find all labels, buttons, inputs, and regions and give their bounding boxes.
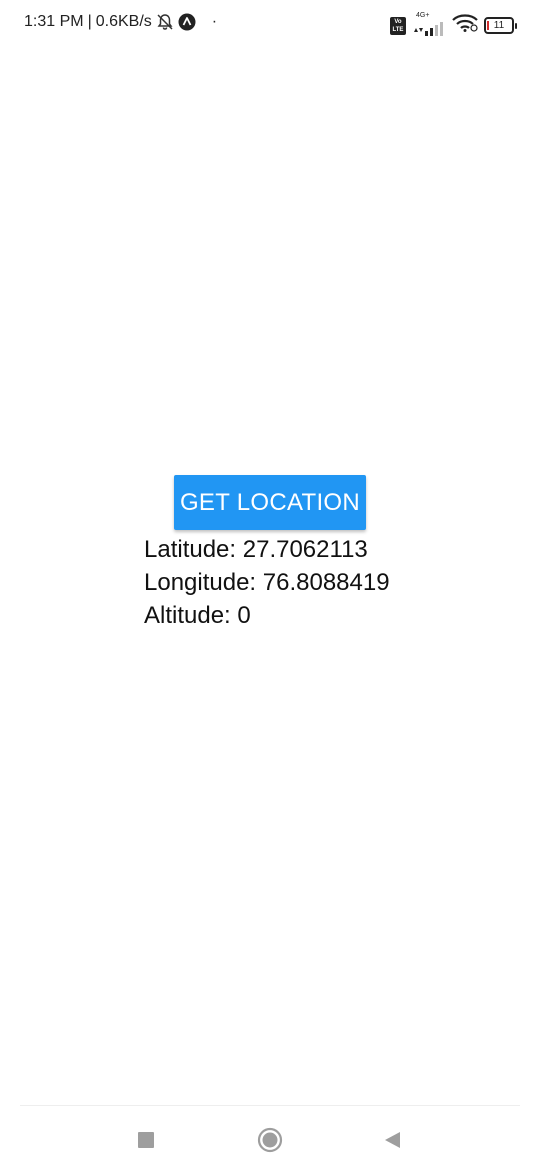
status-right: Vo LTE 4G+ 11 (390, 12, 517, 37)
status-left: 1:31 PM | 0.6KB/s · (24, 13, 217, 31)
battery-fill (487, 21, 489, 30)
recents-button[interactable] (132, 1126, 160, 1154)
longitude-text: Longitude: 76.8088419 (144, 569, 390, 596)
location-readout: Latitude: 27.7062113 Longitude: 76.80884… (144, 533, 390, 632)
battery-level: 11 (493, 20, 505, 31)
status-time: 1:31 PM (24, 13, 84, 30)
recents-icon (138, 1132, 154, 1148)
navigation-bar (0, 1106, 540, 1170)
volte-bottom-label: LTE (392, 26, 404, 33)
home-icon (257, 1127, 283, 1153)
battery-icon: 11 (484, 17, 517, 34)
get-location-button[interactable]: GET LOCATION (174, 475, 366, 530)
app-screen: 1:31 PM | 0.6KB/s · Vo LTE 4G+ 11 GET LO… (0, 0, 540, 1170)
notification-dot: · (211, 13, 218, 30)
latitude-text: Latitude: 27.7062113 (144, 536, 368, 563)
volte-icon: Vo LTE (390, 16, 406, 35)
back-icon (385, 1132, 400, 1148)
status-separator: | (87, 13, 92, 30)
home-button[interactable] (256, 1126, 284, 1154)
back-button[interactable] (378, 1126, 406, 1154)
network-type-label: 4G+ (416, 11, 430, 19)
mute-icon (156, 13, 174, 31)
network-speed: 0.6KB/s (95, 13, 152, 30)
wifi-icon (452, 14, 478, 37)
signal-icon: 4G+ (412, 12, 446, 36)
altitude-text: Altitude: 0 (144, 602, 251, 629)
volte-top-label: Vo (394, 18, 402, 25)
app-notification-icon (178, 13, 196, 31)
status-bar: 1:31 PM | 0.6KB/s · Vo LTE 4G+ 11 (0, 0, 540, 50)
